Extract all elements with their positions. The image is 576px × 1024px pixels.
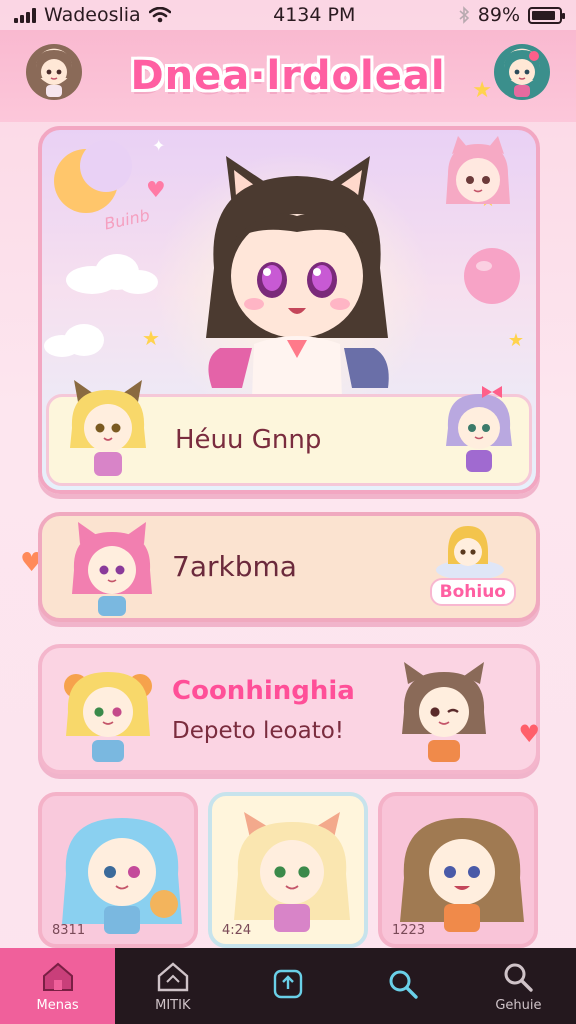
cloud-icon (44, 324, 104, 357)
chibi-brown-hair-icon (400, 818, 524, 932)
card-3-title: Coonhinghia (172, 676, 355, 706)
star-icon: ★ (472, 78, 492, 103)
chibi-pink-cat-icon (72, 522, 152, 616)
nav-home-label: Menas (36, 997, 79, 1013)
chibi-avatar-icon (504, 50, 540, 97)
heart-icon: ♥ (518, 720, 540, 748)
tile-3-label: 1223 (392, 923, 426, 938)
nav-gehuie-label: Gehuie (495, 997, 542, 1013)
character-tile-3[interactable]: 1223 (378, 792, 538, 948)
home-icon (42, 962, 73, 991)
home-outline-icon (157, 961, 188, 991)
star-icon: ★ (142, 326, 160, 350)
star-icon: ★ (507, 330, 524, 351)
character-card-2[interactable]: 7arkbma Bohiuo (38, 512, 540, 622)
upload-icon (273, 969, 303, 999)
wifi-icon (148, 7, 171, 23)
character-tile-1[interactable]: 8311 (38, 792, 198, 948)
status-left: Wadeoslia (14, 4, 171, 26)
tile-1-label: 8311 (52, 923, 86, 938)
battery-percent: 89% (477, 4, 520, 26)
battery-fill (532, 10, 556, 20)
bluetooth-icon (459, 6, 469, 24)
tile-2-label: 4:24 (222, 923, 252, 938)
status-bar: Wadeoslia 4134 PM 89% (0, 0, 576, 30)
sparkle-icon: ✦ (152, 136, 166, 155)
featured-character-card[interactable]: Buinb ♥ ✦ ★ ★ ★ (38, 126, 540, 494)
status-right: 89% (458, 4, 565, 26)
bottom-nav: Menas MITIK Gehuie (0, 948, 576, 1024)
featured-caption-text: Héuu Gnnp (175, 425, 322, 455)
profile-avatar-left[interactable] (26, 44, 82, 100)
signal-icon (14, 7, 36, 23)
featured-chibi-character (206, 156, 389, 398)
nav-mitik[interactable]: MITIK (115, 948, 230, 1024)
nav-upload[interactable] (230, 948, 345, 1024)
nav-gehuie[interactable]: Gehuie (461, 948, 576, 1024)
chibi-small-cat-icon (436, 526, 504, 580)
chibi-purple-icon (446, 386, 512, 472)
chibi-cream-cat-icon (234, 812, 350, 932)
nav-mitik-label: MITIK (155, 997, 191, 1013)
battery-icon (528, 6, 565, 24)
carrier-label: Wadeoslia (44, 4, 141, 26)
chibi-avatar-icon (36, 50, 72, 97)
character-tile-2[interactable]: 4:24 (208, 792, 368, 948)
chibi-blonde-icon (64, 672, 152, 762)
profile-avatar-right[interactable] (494, 44, 550, 100)
card-2-badge: Bohiuo (429, 578, 516, 606)
app-title: Dnea·lrdoleal (130, 53, 446, 99)
chibi-blue-hair-icon (62, 818, 182, 934)
clock: 4134 PM (273, 4, 356, 26)
card-2-title: 7arkbma (172, 550, 297, 583)
app-header: Dnea·lrdoleal ★ (0, 30, 576, 122)
cloud-icon (66, 254, 158, 294)
chibi-brown-winking-icon (402, 662, 486, 762)
heart-icon: ♥ (146, 178, 166, 203)
card-3-subtitle: Depeto leoato! (172, 718, 345, 744)
balloon-icon (464, 248, 520, 304)
character-card-3[interactable]: Coonhinghia Depeto leoato! ♥ (38, 644, 540, 774)
chibi-yellow-cat-icon (70, 380, 146, 476)
nav-search[interactable] (346, 948, 461, 1024)
search-icon (389, 970, 418, 999)
nav-home[interactable]: Menas (0, 948, 116, 1024)
search-icon (504, 963, 534, 992)
chibi-pink-icon (446, 136, 510, 204)
